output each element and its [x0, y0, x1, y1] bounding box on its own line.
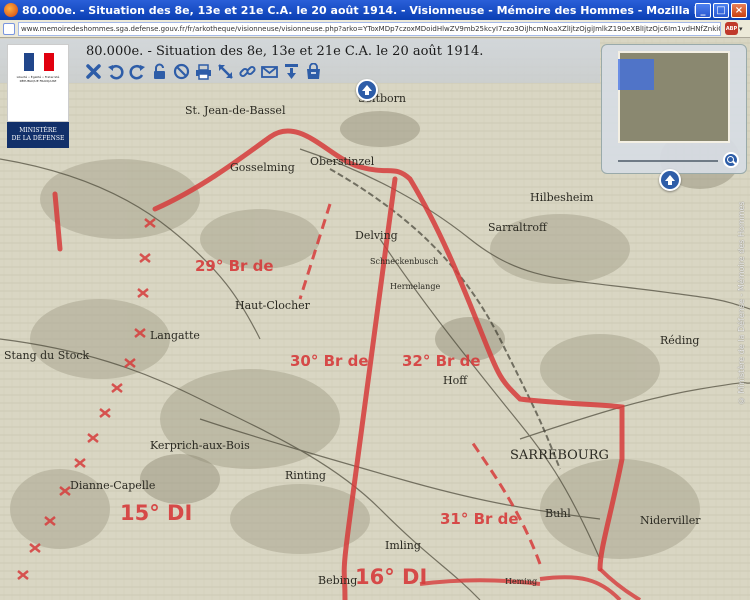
- marianne-icon: [24, 53, 54, 71]
- logo-motto: Liberté • Égalité • Fraternité RÉPUBLIQU…: [16, 75, 60, 83]
- place-label: Delving: [355, 229, 398, 242]
- adblock-button[interactable]: ABP ▾: [725, 22, 747, 35]
- zoom-slider[interactable]: [618, 160, 718, 162]
- minimize-button[interactable]: _: [695, 2, 711, 18]
- cart-icon: [307, 62, 320, 79]
- lock-icon: [154, 63, 165, 79]
- place-label: Oberstinzel: [310, 155, 375, 168]
- pan-up-button[interactable]: [356, 79, 378, 101]
- place-label: Heming: [505, 577, 537, 586]
- republic-logo: Liberté • Égalité • Fraternité RÉPUBLIQU…: [7, 44, 69, 122]
- rotate-right-button[interactable]: [128, 62, 147, 80]
- place-label: Dianne-Capelle: [70, 479, 155, 492]
- unit-label: 30° Br de: [290, 352, 369, 370]
- place-label: Hoff: [443, 374, 468, 387]
- collapse-overview-button[interactable]: [659, 169, 681, 191]
- place-label: Hermelange: [390, 282, 440, 291]
- adblock-icon: ABP: [725, 22, 738, 35]
- window-controls: _ □ ×: [695, 2, 747, 18]
- place-label: Schneckenbusch: [370, 257, 438, 266]
- close-view-button[interactable]: [84, 62, 103, 80]
- firefox-icon: [4, 3, 18, 17]
- unit-label: 32° Br de: [402, 352, 481, 370]
- ministry-badge: MINISTÈRE DE LA DÉFENSE: [7, 122, 69, 148]
- place-label: Langatte: [150, 329, 200, 342]
- address-bar: www.memoiredeshommes.sga.defense.gouv.fr…: [0, 20, 750, 38]
- lock-button[interactable]: [150, 62, 169, 80]
- close-view-icon: [86, 63, 101, 79]
- close-button[interactable]: ×: [731, 2, 747, 18]
- print-button[interactable]: [194, 62, 213, 80]
- overview-viewport[interactable]: [618, 59, 654, 90]
- download-button[interactable]: [282, 62, 301, 80]
- adblock-dropdown-icon[interactable]: ▾: [739, 25, 743, 33]
- url-field[interactable]: www.memoiredeshommes.sga.defense.gouv.fr…: [18, 21, 721, 36]
- no-entry-icon: [173, 63, 190, 79]
- place-label: Stang du Stock: [4, 349, 89, 362]
- unit-label: 31° Br de: [440, 510, 519, 528]
- unit-label: 15° DI: [120, 501, 192, 525]
- place-label: Sarraltroff: [488, 221, 548, 234]
- unit-label: 16° DI: [355, 565, 427, 589]
- viewer-toolbar: [84, 62, 323, 80]
- document-title: 80.000e. - Situation des 8e, 13e et 21e …: [86, 44, 484, 59]
- place-label: Imling: [385, 539, 421, 552]
- email-icon: [261, 65, 278, 78]
- place-label: Gosselming: [230, 161, 295, 174]
- overview-panel: [601, 44, 747, 174]
- place-label: St. Jean-de-Bassel: [185, 104, 286, 117]
- print-icon: [196, 63, 211, 80]
- copyright-notice: © Ministère de la Défense - Mémoire des …: [737, 201, 746, 405]
- browser-window: 80.000e. - Situation des 8e, 13e et 21e …: [0, 0, 750, 600]
- title-bar: 80.000e. - Situation des 8e, 13e et 21e …: [0, 0, 750, 20]
- place-label: Réding: [660, 334, 699, 347]
- window-title: 80.000e. - Situation des 8e, 13e et 21e …: [22, 3, 695, 17]
- rotate-right-icon: [129, 64, 145, 79]
- link-button[interactable]: [238, 62, 257, 80]
- link-icon: [239, 65, 256, 77]
- document-viewer[interactable]: St. Jean-de-Bassel Oberstinzel Gosselmin…: [0, 39, 750, 600]
- place-label: SARREBOURG: [510, 448, 609, 463]
- place-label: Kerprich-aux-Bois: [150, 439, 250, 452]
- unit-label: 29° Br de: [195, 257, 274, 275]
- no-entry-button[interactable]: [172, 62, 191, 80]
- arrow-up-icon: [362, 85, 372, 95]
- download-icon: [285, 63, 298, 79]
- place-label: Hilbesheim: [530, 191, 594, 204]
- fit-screen-icon: [218, 63, 233, 79]
- place-label: Buhl: [545, 507, 571, 520]
- place-label: Bebing: [318, 574, 357, 587]
- arrow-up-icon: [665, 175, 675, 185]
- page-icon: [3, 22, 15, 35]
- zoom-icon[interactable]: [723, 152, 739, 168]
- place-label: Haut-Clocher: [235, 299, 311, 312]
- maximize-button[interactable]: □: [713, 2, 729, 18]
- fit-screen-button[interactable]: [216, 62, 235, 80]
- cart-button[interactable]: [304, 62, 323, 80]
- rotate-left-icon: [108, 64, 124, 79]
- rotate-left-button[interactable]: [106, 62, 125, 80]
- place-label: Niderviller: [640, 514, 701, 527]
- place-label: Rinting: [285, 469, 326, 482]
- email-button[interactable]: [260, 62, 279, 80]
